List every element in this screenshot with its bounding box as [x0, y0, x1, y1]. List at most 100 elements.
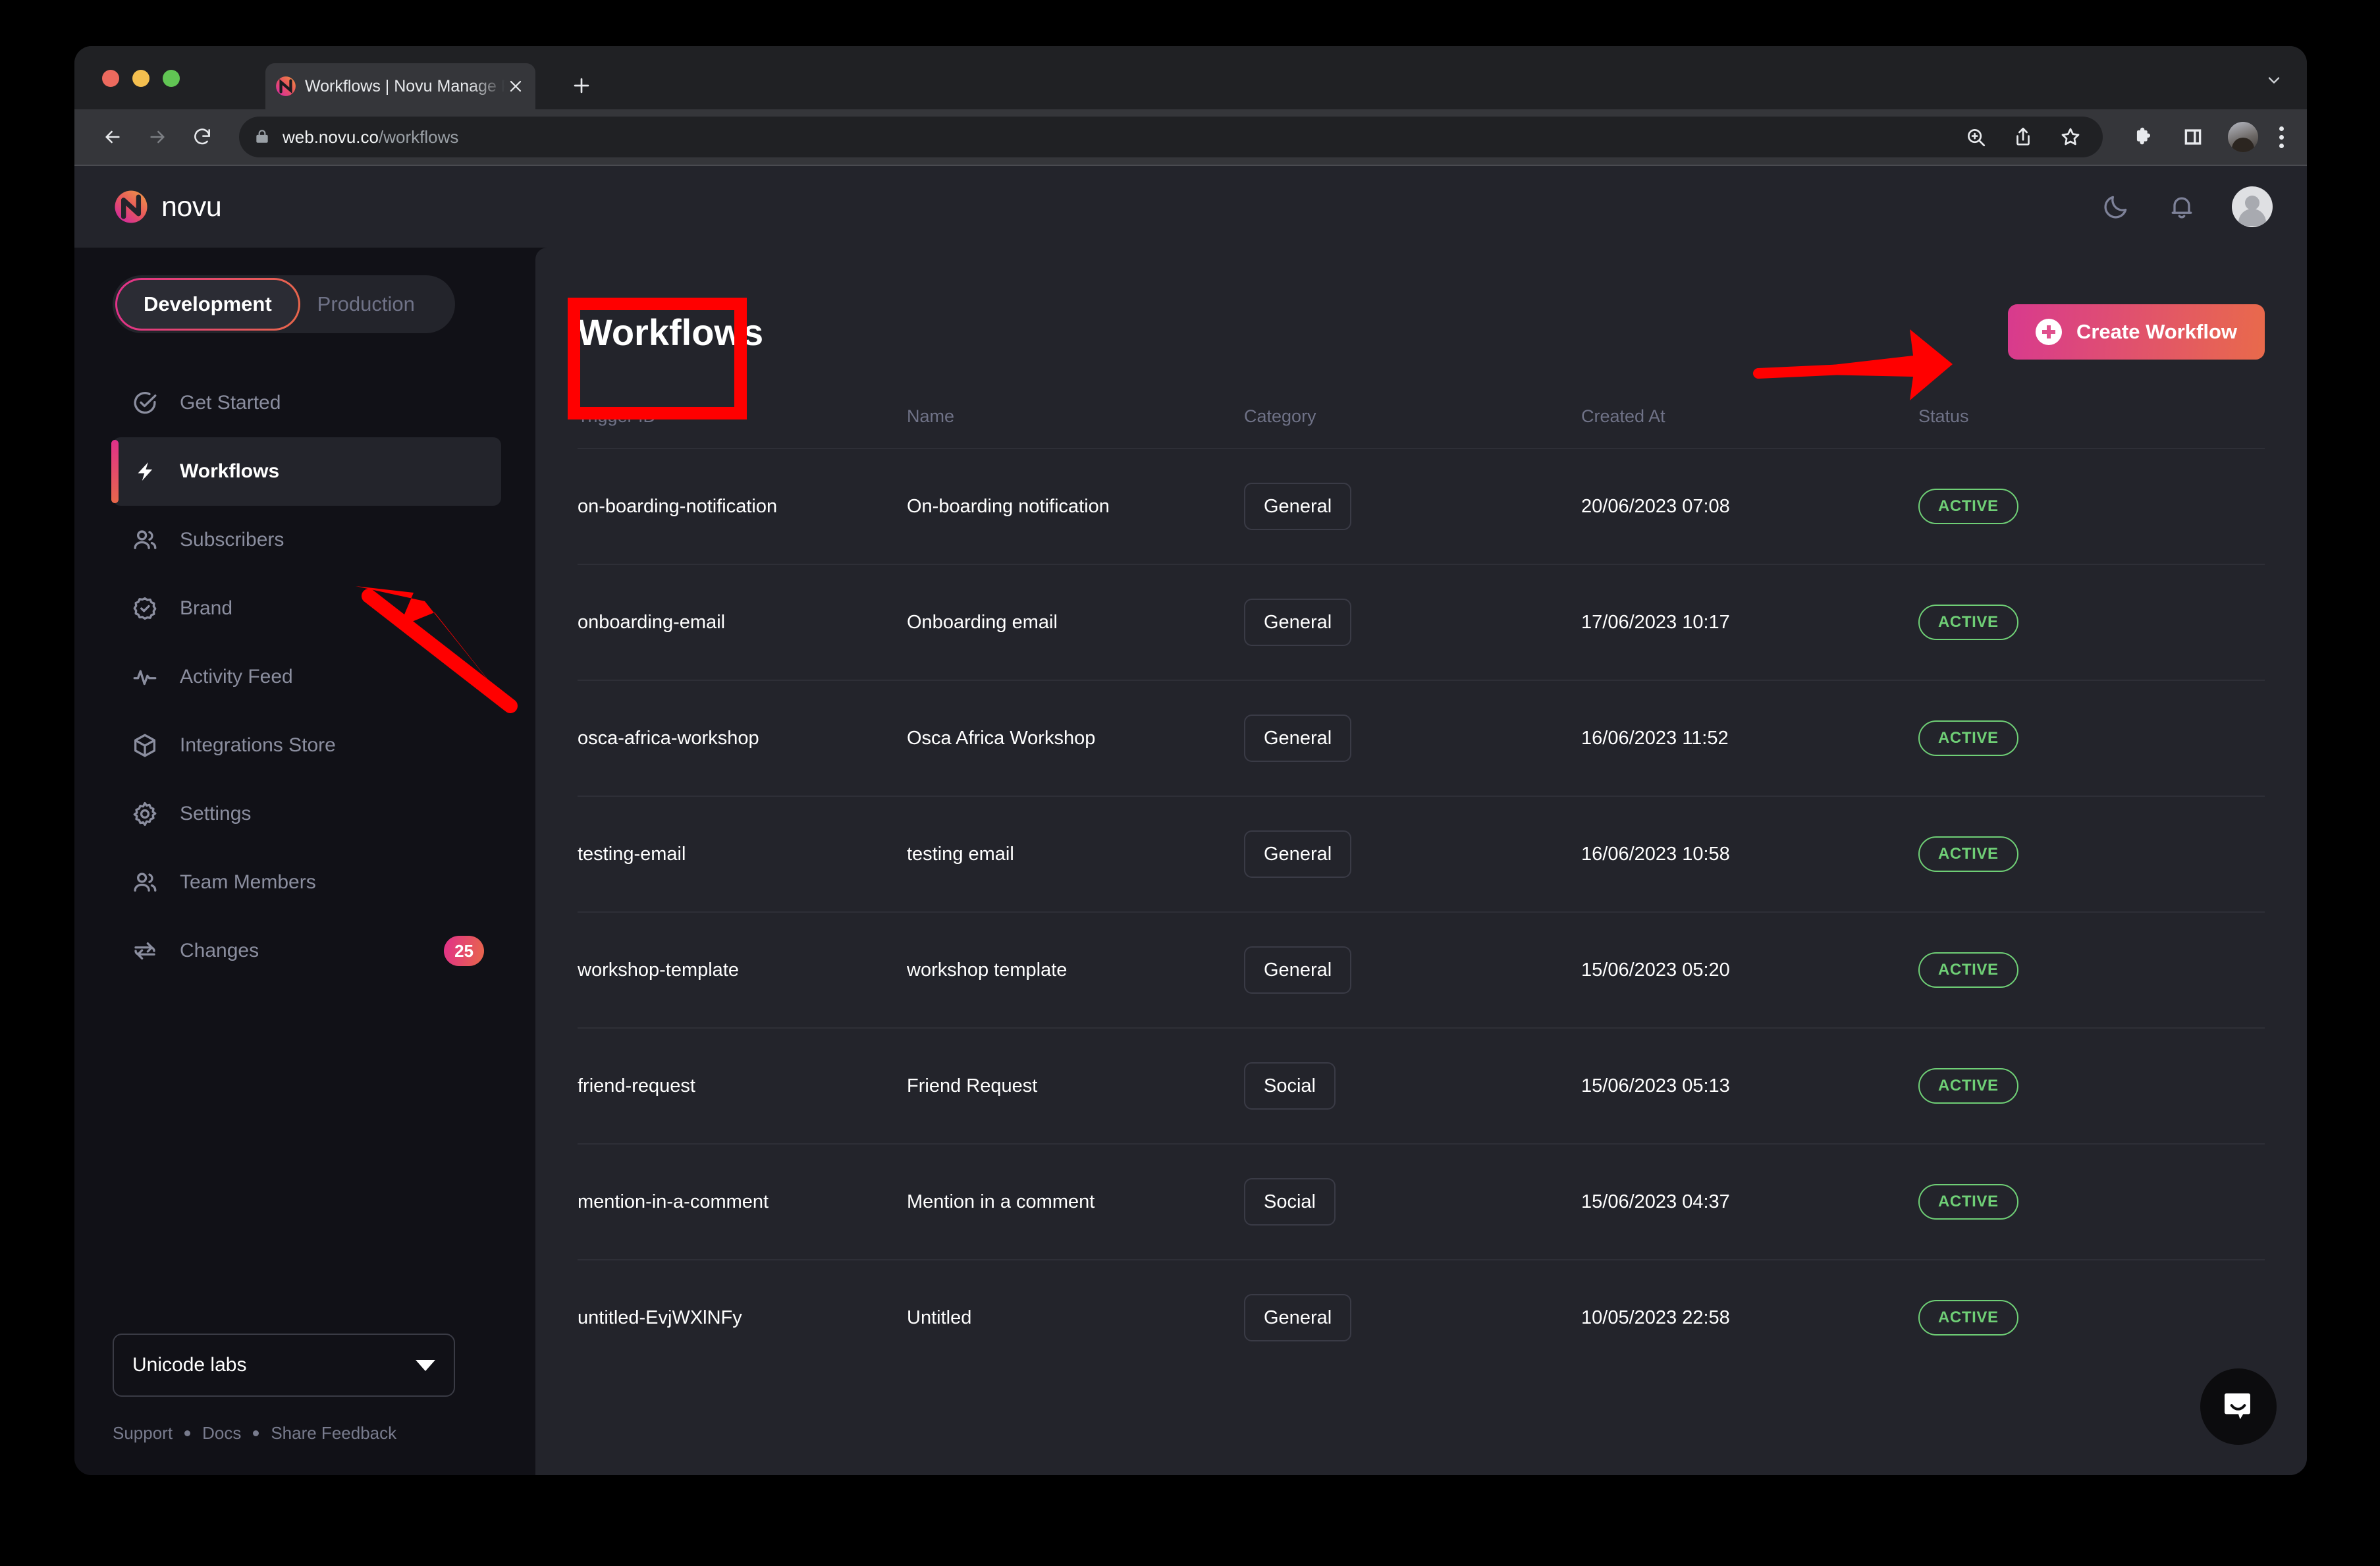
cell-trigger-id: onboarding-email — [578, 612, 907, 634]
table-row[interactable]: osca-africa-workshop Osca Africa Worksho… — [578, 680, 2265, 796]
browser-window: Workflows | Novu Manage Platf — [74, 46, 2307, 1475]
sidebar-item-label: Activity Feed — [180, 666, 293, 688]
cell-created-at: 17/06/2023 10:17 — [1581, 612, 1918, 634]
badge-check-icon — [130, 593, 160, 624]
reload-icon[interactable] — [184, 119, 221, 155]
category-chip: General — [1244, 946, 1351, 994]
sidebar-item-activity-feed[interactable]: Activity Feed — [113, 643, 501, 711]
sidebar: Development Production Get Started — [74, 248, 535, 1475]
category-chip: Social — [1244, 1178, 1336, 1226]
maximize-window-button[interactable] — [163, 70, 180, 87]
gear-icon — [130, 799, 160, 829]
cell-name: On-boarding notification — [907, 496, 1244, 518]
cell-name: Friend Request — [907, 1075, 1244, 1097]
page-title: Workflows — [578, 311, 763, 354]
cell-status: ACTIVE — [1918, 1300, 2265, 1336]
users-icon — [130, 525, 160, 555]
cell-category: Social — [1244, 1062, 1581, 1110]
status-badge: ACTIVE — [1918, 720, 2018, 756]
column-header-trigger-id[interactable]: Trigger ID — [578, 406, 907, 427]
cell-category: General — [1244, 599, 1581, 646]
support-link[interactable]: Support — [113, 1423, 173, 1444]
window-traffic-lights — [102, 70, 180, 87]
side-panel-icon[interactable] — [2179, 123, 2207, 151]
column-header-status[interactable]: Status — [1918, 406, 2265, 427]
share-icon[interactable] — [2009, 123, 2037, 151]
sidebar-item-label: Brand — [180, 597, 232, 620]
status-badge: ACTIVE — [1918, 952, 2018, 988]
table-row[interactable]: mention-in-a-comment Mention in a commen… — [578, 1143, 2265, 1259]
app-header-actions — [2100, 186, 2273, 227]
avatar-body — [2238, 209, 2266, 226]
sidebar-item-label: Subscribers — [180, 529, 284, 551]
browser-profile-avatar[interactable] — [2228, 122, 2258, 152]
sync-arrows-icon — [130, 936, 160, 966]
avatar[interactable] — [2232, 186, 2273, 227]
moon-icon[interactable] — [2100, 191, 2132, 223]
sidebar-item-workflows[interactable]: Workflows — [113, 437, 501, 506]
table-row[interactable]: untitled-EvjWXlNFy Untitled General 10/0… — [578, 1259, 2265, 1375]
browser-tab[interactable]: Workflows | Novu Manage Platf — [265, 63, 535, 109]
table-row[interactable]: friend-request Friend Request Social 15/… — [578, 1027, 2265, 1143]
browser-tab-title: Workflows | Novu Manage Platf — [305, 77, 505, 96]
forward-arrow-icon[interactable] — [139, 119, 176, 155]
sidebar-item-get-started[interactable]: Get Started — [113, 369, 501, 437]
table-header-row: Trigger ID Name Category Created At Stat… — [578, 385, 2265, 448]
cell-category: General — [1244, 715, 1581, 762]
cell-category: Social — [1244, 1178, 1581, 1226]
column-header-name[interactable]: Name — [907, 406, 1244, 427]
check-circle-icon — [130, 388, 160, 418]
intercom-chat-launcher[interactable] — [2200, 1368, 2277, 1445]
status-badge: ACTIVE — [1918, 836, 2018, 872]
changes-count-badge: 25 — [444, 936, 484, 966]
environment-switcher[interactable]: Development Production — [113, 275, 455, 333]
env-tab-production[interactable]: Production — [300, 292, 432, 316]
sidebar-item-settings[interactable]: Settings — [113, 780, 501, 848]
table-row[interactable]: workshop-template workshop template Gene… — [578, 911, 2265, 1027]
browser-menu-icon[interactable] — [2279, 126, 2287, 148]
sidebar-item-team-members[interactable]: Team Members — [113, 848, 501, 917]
sidebar-item-changes[interactable]: Changes 25 — [113, 917, 501, 985]
cell-name: Mention in a comment — [907, 1191, 1244, 1213]
sidebar-item-label: Changes — [180, 940, 259, 962]
separator-dot — [184, 1430, 190, 1436]
close-window-button[interactable] — [102, 70, 119, 87]
cell-created-at: 10/05/2023 22:58 — [1581, 1307, 1918, 1329]
sidebar-item-subscribers[interactable]: Subscribers — [113, 506, 501, 574]
table-row[interactable]: onboarding-email Onboarding email Genera… — [578, 564, 2265, 680]
create-workflow-button[interactable]: Create Workflow — [2008, 304, 2265, 360]
sidebar-item-label: Settings — [180, 803, 251, 825]
organization-select[interactable]: Unicode labs — [113, 1334, 455, 1397]
address-bar[interactable]: web.novu.co/workflows — [239, 117, 2103, 157]
chevron-down-icon[interactable] — [2265, 71, 2283, 94]
cell-name: Osca Africa Workshop — [907, 728, 1244, 749]
sidebar-item-label: Integrations Store — [180, 734, 336, 757]
env-tab-development[interactable]: Development — [115, 278, 300, 331]
url-domain: web.novu.co — [283, 127, 379, 147]
table-row[interactable]: on-boarding-notification On-boarding not… — [578, 448, 2265, 564]
column-header-category[interactable]: Category — [1244, 406, 1581, 427]
bookmark-star-icon[interactable] — [2057, 123, 2084, 151]
docs-link[interactable]: Docs — [202, 1423, 241, 1444]
intercom-chat-icon — [2220, 1388, 2257, 1425]
sidebar-item-integrations-store[interactable]: Integrations Store — [113, 711, 501, 780]
pulse-icon — [130, 662, 160, 692]
new-tab-button[interactable] — [563, 67, 600, 104]
sidebar-item-label: Team Members — [180, 871, 316, 894]
novu-logo[interactable]: novu — [113, 188, 221, 225]
bell-icon[interactable] — [2166, 191, 2198, 223]
column-header-created-at[interactable]: Created At — [1581, 406, 1918, 427]
share-feedback-link[interactable]: Share Feedback — [271, 1423, 396, 1444]
minimize-window-button[interactable] — [132, 70, 149, 87]
extensions-puzzle-icon[interactable] — [2130, 123, 2158, 151]
zoom-search-icon[interactable] — [1962, 123, 1989, 151]
status-badge: ACTIVE — [1918, 1184, 2018, 1220]
sidebar-footer: Support Docs Share Feedback — [113, 1423, 501, 1444]
workflows-table: Trigger ID Name Category Created At Stat… — [578, 385, 2265, 1375]
sidebar-item-label: Workflows — [180, 460, 279, 483]
sidebar-item-brand[interactable]: Brand — [113, 574, 501, 643]
table-row[interactable]: testing-email testing email General 16/0… — [578, 796, 2265, 911]
cell-created-at: 15/06/2023 04:37 — [1581, 1191, 1918, 1213]
close-tab-icon[interactable] — [505, 76, 526, 97]
back-arrow-icon[interactable] — [94, 119, 131, 155]
